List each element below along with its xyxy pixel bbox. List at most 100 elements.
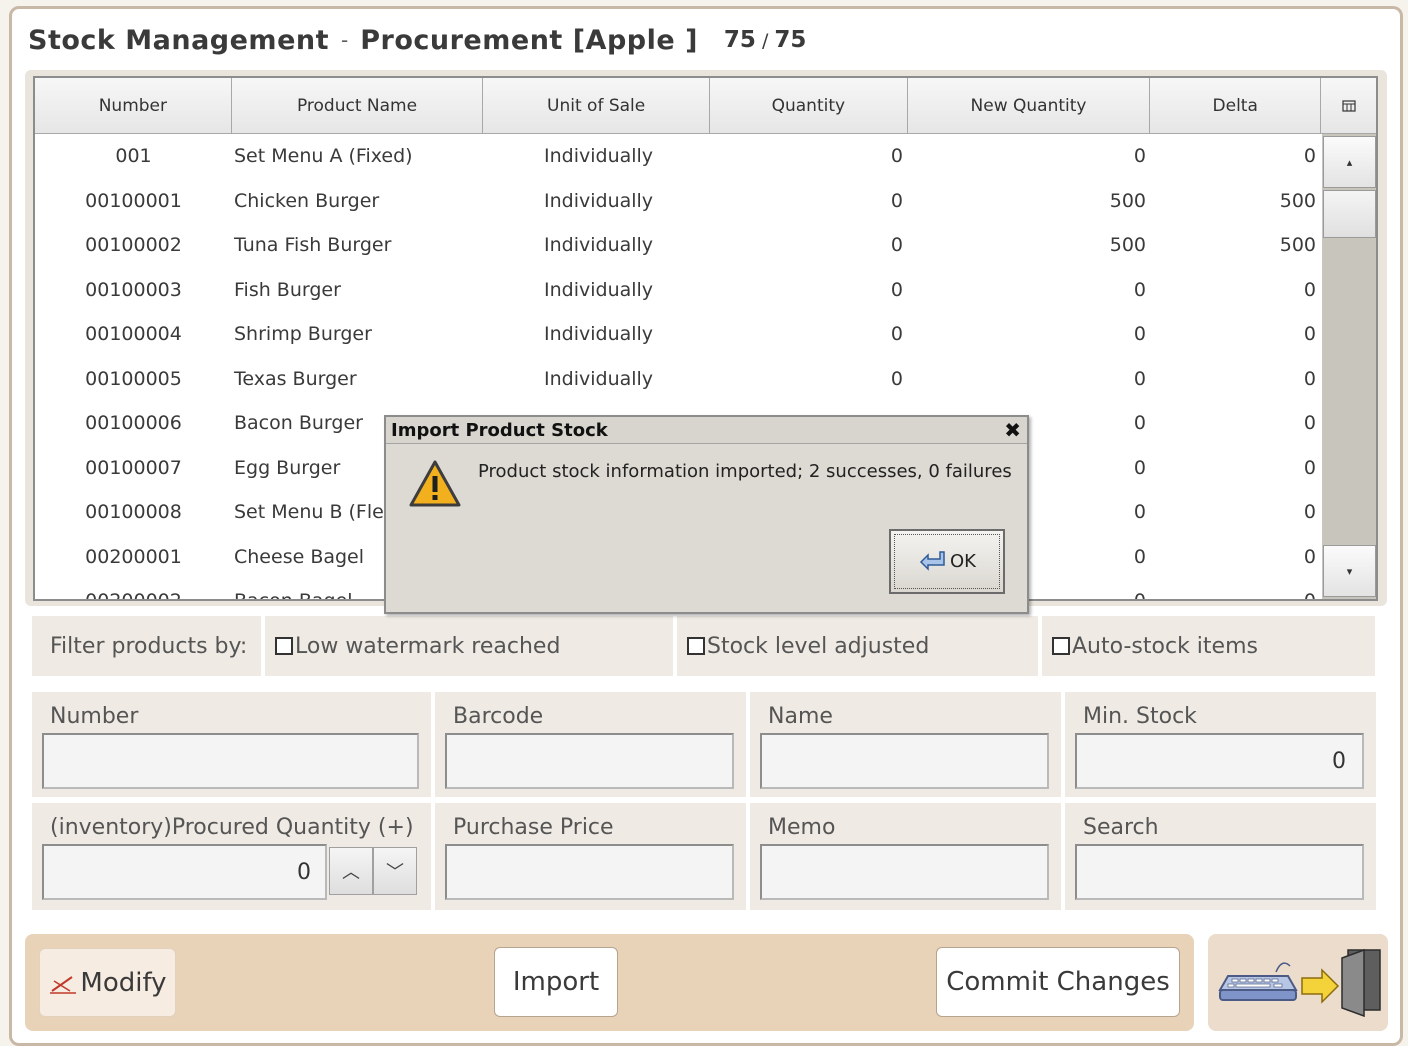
scroll-down-button[interactable]: ▾	[1323, 545, 1376, 597]
cell-delta: 0	[1152, 590, 1322, 599]
close-icon[interactable]: ✖	[1004, 418, 1021, 442]
scroll-up-button[interactable]: ▴	[1323, 136, 1376, 188]
search-field-group: Search	[1065, 803, 1376, 910]
cell-number: 00100002	[85, 234, 182, 257]
memo-field[interactable]	[760, 844, 1049, 900]
table-row[interactable]: 00100002 Tuna Fish Burger Individually 0 500…	[35, 223, 1322, 268]
cell-delta: 0	[1303, 456, 1316, 479]
filter-low-watermark[interactable]: Low watermark reached	[265, 616, 673, 676]
barcode-field-group: Barcode	[435, 692, 746, 797]
record-total: 75	[774, 27, 807, 53]
cell-delta: 0	[1303, 278, 1316, 301]
cell-quantity: 0	[890, 367, 903, 390]
number-label: Number	[50, 704, 139, 729]
record-counter: 75/75	[724, 27, 806, 53]
checkbox-icon[interactable]	[687, 637, 705, 655]
cell-quantity: 0	[890, 145, 903, 168]
record-slash: /	[761, 30, 769, 52]
cell-delta: 0	[1303, 323, 1316, 346]
decrement-button[interactable]: ﹀	[373, 847, 417, 895]
cell-unit: Individually	[544, 189, 654, 212]
cell-number: 00200002	[35, 590, 232, 599]
page-subtitle: Procurement [Apple ]	[360, 24, 698, 56]
number-field[interactable]	[42, 733, 419, 789]
cell-product-name: Shrimp Burger	[234, 323, 372, 346]
table-row[interactable]: 00100005 Texas Burger Individually 0 0 0	[35, 357, 1322, 402]
chevron-down-icon: ﹀	[386, 862, 404, 883]
dialog-message: Product stock information imported; 2 su…	[478, 461, 1012, 482]
memo-label: Memo	[768, 815, 836, 840]
commit-changes-button[interactable]: Commit Changes	[936, 947, 1180, 1017]
cell-product-name: Fish Burger	[234, 278, 341, 301]
cell-number: 00100007	[85, 456, 182, 479]
checkbox-icon[interactable]	[1052, 637, 1070, 655]
increment-button[interactable]: ︿	[329, 847, 373, 895]
scroll-thumb[interactable]	[1323, 190, 1376, 238]
grid-scrollbar[interactable]: ▴ ▾	[1322, 134, 1376, 599]
chevron-up-icon: ︿	[342, 862, 360, 883]
column-header-quantity[interactable]: Quantity	[710, 78, 908, 134]
ok-label: OK	[950, 551, 976, 572]
barcode-field[interactable]	[445, 733, 734, 789]
import-dialog: Import Product Stock ✖ Product stock inf…	[384, 415, 1029, 614]
filter-low-watermark-label: Low watermark reached	[295, 633, 561, 659]
keyboard-exit-icon	[1218, 948, 1381, 1018]
checkbox-icon[interactable]	[275, 637, 293, 655]
column-header-number[interactable]: Number	[35, 78, 232, 134]
cell-number: 00100008	[85, 501, 182, 524]
enter-key-icon	[918, 549, 948, 575]
column-header-product-name[interactable]: Product Name	[232, 78, 484, 134]
cell-product-name: Tuna Fish Burger	[234, 234, 392, 257]
cell-delta: 0	[1303, 501, 1316, 524]
cell-number: 00200001	[85, 545, 182, 568]
name-field[interactable]	[760, 733, 1049, 789]
column-picker-icon[interactable]	[1321, 78, 1376, 134]
modify-button[interactable]: Modify	[39, 948, 176, 1017]
cell-number: 00100001	[85, 189, 182, 212]
import-button[interactable]: Import	[494, 947, 618, 1017]
cell-delta: 0	[1303, 545, 1316, 568]
memo-field-group: Memo	[750, 803, 1061, 910]
column-header-delta[interactable]: Delta	[1150, 78, 1322, 134]
purchase-price-field[interactable]	[445, 844, 734, 900]
cell-quantity: 0	[890, 323, 903, 346]
filter-row: Filter products by: Low watermark reache…	[32, 616, 1376, 676]
cell-unit: Individually	[544, 145, 654, 168]
cell-quantity: 0	[890, 189, 903, 212]
cell-number: 00100003	[85, 278, 182, 301]
purchase-price-label: Purchase Price	[453, 815, 614, 840]
grid-header: Number Product Name Unit of Sale Quantit…	[35, 78, 1376, 134]
cell-quantity: 0	[890, 234, 903, 257]
cell-delta: 0	[1303, 145, 1316, 168]
table-row[interactable]: 00100003 Fish Burger Individually 0 0 0	[35, 268, 1322, 313]
cell-product-name: Texas Burger	[234, 367, 357, 390]
page-title: Stock Management	[28, 24, 330, 56]
cell-delta: 500	[1279, 234, 1316, 257]
keyboard-exit-button[interactable]	[1208, 934, 1388, 1031]
procured-quantity-field[interactable]: 0	[42, 844, 327, 900]
cell-new-quantity: 0	[1133, 278, 1146, 301]
cell-new-quantity: 0	[1133, 323, 1146, 346]
filter-auto-stock-label: Auto-stock items	[1072, 633, 1258, 659]
filter-label: Filter products by:	[32, 616, 261, 676]
dialog-title-bar: Import Product Stock ✖	[386, 417, 1027, 444]
cell-new-quantity: 0	[1133, 367, 1146, 390]
filter-auto-stock[interactable]: Auto-stock items	[1042, 616, 1375, 676]
number-field-group: Number	[32, 692, 431, 797]
min-stock-field[interactable]: 0	[1075, 733, 1364, 789]
min-stock-field-group: Min. Stock 0	[1065, 692, 1376, 797]
name-label: Name	[768, 704, 833, 729]
ok-button[interactable]: OK	[889, 529, 1005, 594]
caret-up-icon: ▴	[1346, 155, 1353, 169]
procured-field-group: (inventory)Procured Quantity (+) 0 ︿ ﹀	[32, 803, 431, 910]
cell-product-name: Set Menu A (Fixed)	[234, 145, 413, 168]
column-header-unit-of-sale[interactable]: Unit of Sale	[483, 78, 710, 134]
name-field-group: Name	[750, 692, 1061, 797]
cell-unit: Individually	[544, 367, 654, 390]
search-input[interactable]	[1075, 844, 1364, 900]
column-header-new-quantity[interactable]: New Quantity	[908, 78, 1151, 134]
table-row[interactable]: 00100004 Shrimp Burger Individually 0 0 0	[35, 312, 1322, 357]
table-row[interactable]: 001 Set Menu A (Fixed) Individually 0 0 0	[35, 134, 1322, 179]
filter-stock-adjusted[interactable]: Stock level adjusted	[677, 616, 1038, 676]
table-row[interactable]: 00100001 Chicken Burger Individually 0 500 50…	[35, 179, 1322, 224]
